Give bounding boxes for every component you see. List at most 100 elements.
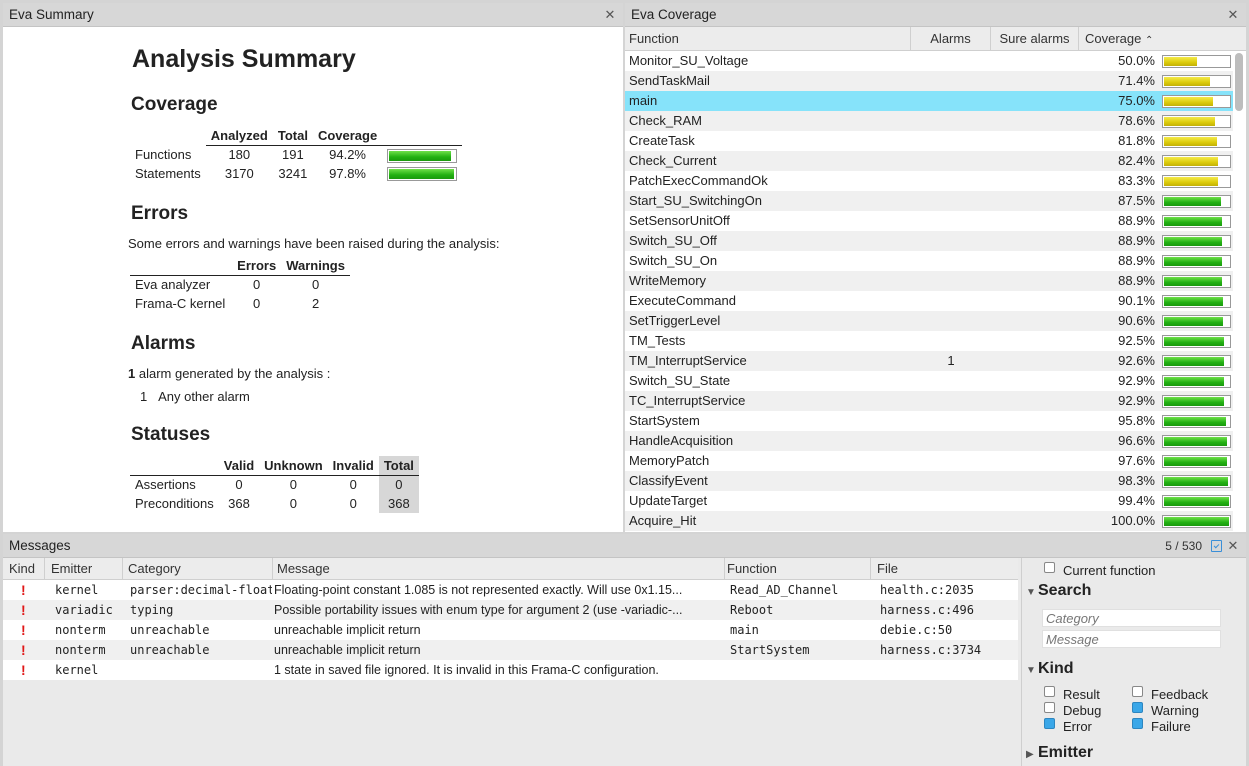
coverage-panel-header: Eva Coverage ✕ xyxy=(625,3,1246,27)
function-cell: StartSystem xyxy=(730,643,810,657)
table-row[interactable]: Check_RAM 78.6% xyxy=(625,111,1233,131)
emitter-cell: kernel xyxy=(55,663,99,677)
error-kind-icon: ! xyxy=(21,642,26,658)
kind-error-checkbox[interactable] xyxy=(1044,718,1055,729)
function-cell: main xyxy=(730,623,759,637)
vertical-scrollbar[interactable] xyxy=(1235,53,1243,111)
col-valid: Valid xyxy=(218,456,260,476)
kind-debug-label: Debug xyxy=(1063,703,1102,718)
error-kind-icon: ! xyxy=(21,602,26,618)
expander-down-icon[interactable]: ▼ xyxy=(1026,665,1036,676)
function-name: SetTriggerLevel xyxy=(629,313,721,328)
coverage-table-body: Monitor_SU_Voltage 50.0% SendTaskMail 71.4%… xyxy=(625,51,1233,531)
table-row[interactable]: main 75.0% xyxy=(625,91,1233,111)
table-row[interactable]: TC_InterruptService 92.9% xyxy=(625,391,1233,411)
table-row[interactable]: SetSensorUnitOff 88.9% xyxy=(625,211,1233,231)
eva-coverage-panel: Eva Coverage ✕ Function Alarms Sure alar… xyxy=(625,3,1246,532)
function-name: Monitor_SU_Voltage xyxy=(629,53,749,68)
table-row[interactable]: PatchExecCommandOk 83.3% xyxy=(625,171,1233,191)
function-name: TC_InterruptService xyxy=(629,393,746,408)
kind-debug-checkbox[interactable] xyxy=(1044,702,1055,713)
table-row[interactable]: Acquire_Hit 100.0% xyxy=(625,511,1233,531)
kind-warning-label: Warning xyxy=(1151,703,1199,718)
table-row[interactable]: ! nonterm unreachable unreachable implicit … xyxy=(3,620,1018,640)
file-cell: harness.c:496 xyxy=(880,603,974,617)
kind-result-checkbox[interactable] xyxy=(1044,686,1055,697)
coverage-bar xyxy=(1162,95,1231,108)
current-function-checkbox[interactable] xyxy=(1044,562,1055,573)
search-section-heading[interactable]: Search xyxy=(1038,582,1091,600)
emitter-section-heading[interactable]: Emitter xyxy=(1038,744,1093,762)
coverage-bar xyxy=(1162,235,1231,248)
expander-right-icon[interactable]: ▶ xyxy=(1026,749,1034,760)
close-icon[interactable]: ✕ xyxy=(1226,534,1240,558)
col-file[interactable]: File xyxy=(871,558,1018,580)
kind-warning-checkbox[interactable] xyxy=(1132,702,1143,713)
table-row[interactable]: Start_SU_SwitchingOn 87.5% xyxy=(625,191,1233,211)
function-name: SendTaskMail xyxy=(629,73,710,88)
table-row[interactable]: Monitor_SU_Voltage 50.0% xyxy=(625,51,1233,71)
col-function[interactable]: Function xyxy=(725,558,871,580)
coverage-value: 92.9% xyxy=(1118,373,1155,388)
table-row[interactable]: Check_Current 82.4% xyxy=(625,151,1233,171)
table-row[interactable]: WriteMemory 88.9% xyxy=(625,271,1233,291)
coverage-heading: Coverage xyxy=(131,94,218,115)
category-cell: parser:decimal-float xyxy=(130,583,272,597)
table-row[interactable]: CreateTask 81.8% xyxy=(625,131,1233,151)
coverage-value: 99.4% xyxy=(1118,493,1155,508)
close-icon[interactable]: ✕ xyxy=(1226,3,1240,27)
table-row[interactable]: ClassifyEvent 98.3% xyxy=(625,471,1233,491)
table-row[interactable]: ! nonterm unreachable unreachable implicit … xyxy=(3,640,1018,660)
table-row[interactable]: TM_Tests 92.5% xyxy=(625,331,1233,351)
close-icon[interactable]: ✕ xyxy=(603,3,617,27)
col-category[interactable]: Category xyxy=(123,558,273,580)
table-row[interactable]: ! kernel 1 state in saved file ignored. It… xyxy=(3,660,1018,680)
coverage-value: 92.9% xyxy=(1118,393,1155,408)
statuses-heading: Statuses xyxy=(131,424,211,445)
table-row[interactable]: MemoryPatch 97.6% xyxy=(625,451,1233,471)
kind-section-heading[interactable]: Kind xyxy=(1038,660,1074,678)
col-coverage: Coverage xyxy=(312,126,383,146)
message-filter-input[interactable]: Message xyxy=(1042,630,1221,648)
table-row[interactable]: SendTaskMail 71.4% xyxy=(625,71,1233,91)
table-row[interactable]: Switch_SU_Off 88.9% xyxy=(625,231,1233,251)
table-row[interactable]: ! variadic typing Possible portability issu… xyxy=(3,600,1018,620)
col-coverage[interactable]: Coverage ⌃ xyxy=(1079,27,1159,51)
kind-feedback-checkbox[interactable] xyxy=(1132,686,1143,697)
coverage-bar xyxy=(1162,315,1231,328)
coverage-panel-title: Eva Coverage xyxy=(631,7,717,22)
coverage-bar xyxy=(1162,355,1231,368)
function-name: main xyxy=(629,93,658,108)
table-row[interactable]: SetTriggerLevel 90.6% xyxy=(625,311,1233,331)
clipboard-check-icon[interactable] xyxy=(1211,540,1222,552)
table-row: Preconditions 368 0 0 368 xyxy=(130,494,419,513)
category-cell: unreachable xyxy=(130,643,210,657)
table-row[interactable]: TM_InterruptService 1 92.6% xyxy=(625,351,1233,371)
table-row[interactable]: ExecuteCommand 90.1% xyxy=(625,291,1233,311)
table-row[interactable]: HandleAcquisition 96.6% xyxy=(625,431,1233,451)
col-emitter[interactable]: Emitter xyxy=(45,558,123,580)
col-analyzed: Analyzed xyxy=(205,126,273,146)
coverage-value: 92.5% xyxy=(1118,333,1155,348)
summary-panel-title: Eva Summary xyxy=(9,7,94,22)
col-kind[interactable]: Kind xyxy=(3,558,45,580)
category-filter-input[interactable]: Category xyxy=(1042,609,1221,627)
emitter-cell: kernel xyxy=(55,583,99,597)
table-row[interactable]: StartSystem 95.8% xyxy=(625,411,1233,431)
coverage-bar xyxy=(1162,455,1231,468)
table-row[interactable]: Switch_SU_On 88.9% xyxy=(625,251,1233,271)
table-row[interactable]: Switch_SU_State 92.9% xyxy=(625,371,1233,391)
function-name: CreateTask xyxy=(629,133,695,148)
coverage-value: 100.0% xyxy=(1110,513,1155,528)
col-sure-alarms[interactable]: Sure alarms xyxy=(991,27,1079,51)
table-row[interactable]: UpdateTarget 99.4% xyxy=(625,491,1233,511)
kind-failure-checkbox[interactable] xyxy=(1132,718,1143,729)
col-alarms[interactable]: Alarms xyxy=(911,27,991,51)
expander-down-icon[interactable]: ▼ xyxy=(1026,587,1036,598)
col-function[interactable]: Function xyxy=(625,27,911,51)
table-row[interactable]: ! kernel parser:decimal-float Floating-poin… xyxy=(3,580,1018,600)
coverage-value: 90.1% xyxy=(1118,293,1155,308)
kind-feedback-label: Feedback xyxy=(1151,687,1209,702)
coverage-value: 83.3% xyxy=(1118,173,1155,188)
col-message[interactable]: Message xyxy=(273,558,725,580)
